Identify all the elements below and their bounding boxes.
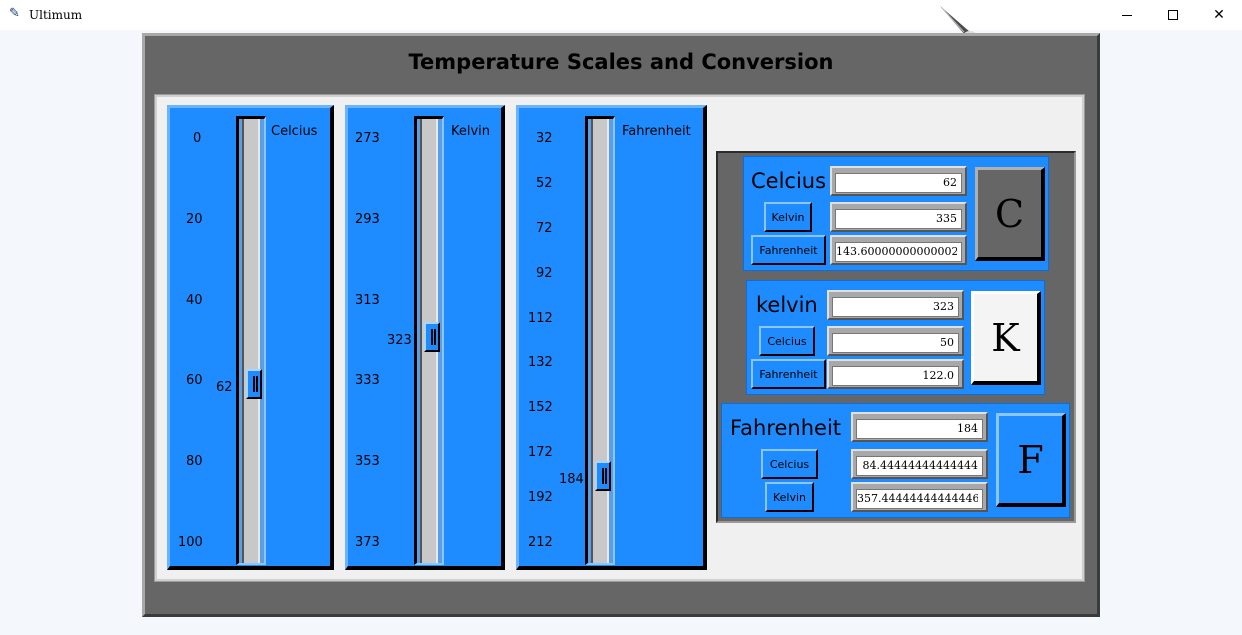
fahrenheit-slider-track [591, 119, 611, 563]
fahrenheit-symbol-button[interactable]: F [996, 413, 1066, 507]
celcius-slider-handle[interactable] [246, 369, 262, 399]
kelvin-box-title: kelvin [756, 293, 818, 317]
fahrenheit-tick: 132 [528, 355, 553, 370]
kelvin-to-fahrenheit-button[interactable]: Fahrenheit [751, 359, 826, 389]
celcius-symbol-button[interactable]: C [975, 167, 1045, 261]
page-title: Temperature Scales and Conversion [408, 50, 834, 74]
celcius-tick: 100 [178, 535, 203, 550]
kelvin-celcius-output[interactable] [832, 332, 959, 353]
fahrenheit-box-title: Fahrenheit [730, 416, 842, 440]
kelvin-converter-box: kelvin Celcius Fahrenheit K [746, 280, 1045, 395]
fahrenheit-celcius-output-field[interactable] [851, 449, 988, 479]
fahrenheit-to-celcius-button[interactable]: Celcius [761, 449, 818, 479]
maximize-icon [1168, 10, 1178, 20]
fahrenheit-to-kelvin-button[interactable]: Kelvin [765, 482, 814, 512]
celcius-input[interactable] [835, 172, 962, 193]
kelvin-input[interactable] [832, 296, 959, 317]
fahrenheit-tick: 152 [528, 400, 553, 415]
kelvin-slider[interactable] [414, 116, 444, 565]
fahrenheit-input[interactable] [856, 418, 983, 439]
fahrenheit-tick: 192 [528, 490, 553, 505]
fahrenheit-tick: 112 [528, 311, 553, 326]
kelvin-to-celcius-button[interactable]: Celcius [759, 326, 815, 356]
celcius-fahrenheit-output-field[interactable] [830, 235, 967, 265]
fahrenheit-kelvin-output[interactable] [856, 488, 983, 509]
celcius-tick: 60 [186, 373, 203, 388]
fahrenheit-input-field[interactable] [851, 412, 988, 442]
kelvin-slider-handle[interactable] [424, 322, 440, 352]
celcius-slider[interactable] [236, 116, 266, 565]
kelvin-input-field[interactable] [827, 290, 964, 320]
kelvin-slider-track [420, 119, 440, 563]
minimize-button[interactable] [1104, 0, 1150, 30]
kelvin-tick: 273 [355, 131, 380, 146]
celcius-converter-box: Celcius Kelvin Fahrenheit C [743, 156, 1049, 271]
kelvin-fahrenheit-output[interactable] [832, 365, 959, 386]
kelvin-scale-frame: 273 293 313 333 353 373 323 Kelvin [345, 105, 505, 570]
fahrenheit-tick: 52 [536, 176, 553, 191]
minimize-icon [1122, 14, 1132, 16]
fahrenheit-celcius-output[interactable] [856, 455, 983, 476]
kelvin-scale-label: Kelvin [451, 124, 491, 139]
celcius-kelvin-output-field[interactable] [830, 202, 967, 232]
kelvin-tick: 353 [355, 454, 380, 469]
celcius-tick: 80 [186, 454, 203, 469]
window-title: Ultimum [29, 8, 83, 22]
celcius-to-kelvin-button[interactable]: Kelvin [764, 202, 812, 232]
fahrenheit-tick: 72 [536, 221, 553, 236]
fahrenheit-tick: 32 [536, 131, 553, 146]
fahrenheit-scale-label: Fahrenheit [622, 124, 691, 139]
celcius-scale-frame: 0 20 40 60 80 100 62 Celcius [167, 105, 334, 570]
celcius-to-fahrenheit-button[interactable]: Fahrenheit [751, 235, 826, 265]
kelvin-fahrenheit-output-field[interactable] [827, 359, 964, 389]
fahrenheit-slider-handle[interactable] [595, 461, 611, 491]
celcius-box-title: Celcius [751, 169, 827, 193]
celcius-tick: 0 [193, 131, 202, 146]
fahrenheit-current-value: 184 [559, 472, 584, 487]
celcius-fahrenheit-output[interactable] [835, 241, 962, 262]
feather-app-icon: ✎ [9, 6, 20, 21]
fahrenheit-tick: 92 [536, 266, 553, 281]
celcius-slider-track [242, 119, 262, 563]
fahrenheit-tick: 172 [528, 445, 553, 460]
celcius-kelvin-output[interactable] [835, 208, 962, 229]
fahrenheit-scale-frame: 32 52 72 92 112 132 152 172 192 212 184 … [516, 105, 707, 570]
kelvin-tick: 293 [355, 212, 380, 227]
kelvin-tick: 373 [355, 535, 380, 550]
kelvin-tick: 313 [355, 293, 380, 308]
celcius-input-field[interactable] [830, 166, 967, 196]
fahrenheit-slider[interactable] [585, 116, 615, 565]
fahrenheit-converter-box: Fahrenheit Celcius Kelvin F [721, 403, 1070, 518]
kelvin-current-value: 323 [387, 333, 412, 348]
maximize-button[interactable] [1150, 0, 1196, 30]
celcius-tick: 20 [186, 212, 203, 227]
close-button[interactable]: ✕ [1196, 0, 1242, 30]
fahrenheit-kelvin-output-field[interactable] [851, 482, 988, 512]
kelvin-tick: 333 [355, 373, 380, 388]
celcius-tick: 40 [186, 293, 203, 308]
celcius-scale-label: Celcius [271, 124, 318, 139]
kelvin-celcius-output-field[interactable] [827, 326, 964, 356]
kelvin-symbol-button[interactable]: K [971, 291, 1041, 385]
close-icon: ✕ [1213, 7, 1225, 23]
fahrenheit-tick: 212 [528, 535, 553, 550]
title-bar: ✎ Ultimum ✕ [0, 0, 1242, 30]
celcius-current-value: 62 [216, 380, 233, 395]
